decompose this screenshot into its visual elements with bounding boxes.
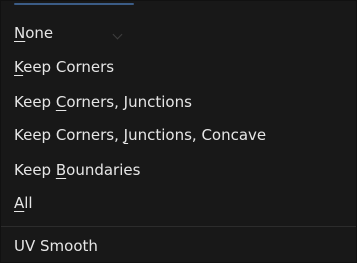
menu-item-all-suffix: ll bbox=[24, 194, 33, 212]
menu-item-keep-boundaries-prefix: Keep bbox=[14, 161, 56, 179]
subdivision-boundary-smooth-menu: None Keep Corners Keep Corners, Junction… bbox=[0, 0, 357, 263]
menu-item-keep-corners-junctions-mnemonic: C bbox=[55, 93, 67, 111]
menu-item-keep-boundaries-mnemonic: B bbox=[55, 161, 67, 179]
menu-item-none-mnemonic: N bbox=[14, 24, 26, 42]
menu-item-all[interactable]: All bbox=[14, 189, 33, 217]
menu-item-keep-corners-junctions-concave-prefix: Keep Corners, bbox=[14, 126, 124, 144]
menu-item-keep-corners-junctions-concave-suffix: unctions, Concave bbox=[128, 126, 267, 144]
chevron-down-icon bbox=[112, 29, 123, 40]
menu-item-none[interactable]: None bbox=[14, 19, 53, 47]
menu-item-keep-corners[interactable]: Keep Corners bbox=[14, 53, 114, 81]
menu-item-keep-boundaries[interactable]: Keep Boundaries bbox=[14, 156, 140, 184]
menu-item-uv-smooth[interactable]: UV Smooth bbox=[14, 232, 98, 260]
menu-item-none-suffix: one bbox=[25, 24, 54, 42]
background-active-tab-indicator bbox=[14, 3, 134, 5]
menu-item-keep-corners-mnemonic: K bbox=[14, 58, 24, 76]
menu-separator bbox=[1, 226, 356, 227]
menu-item-keep-corners-suffix: eep Corners bbox=[23, 58, 115, 76]
menu-item-keep-corners-junctions[interactable]: Keep Corners, Junctions bbox=[14, 88, 192, 116]
menu-item-all-mnemonic: A bbox=[14, 194, 25, 212]
menu-item-keep-corners-junctions-prefix: Keep bbox=[14, 93, 56, 111]
menu-item-keep-corners-junctions-suffix: orners, Junctions bbox=[66, 93, 192, 111]
menu-item-keep-boundaries-suffix: oundaries bbox=[66, 161, 141, 179]
menu-item-keep-corners-junctions-concave[interactable]: Keep Corners, Junctions, Concave bbox=[14, 121, 266, 149]
